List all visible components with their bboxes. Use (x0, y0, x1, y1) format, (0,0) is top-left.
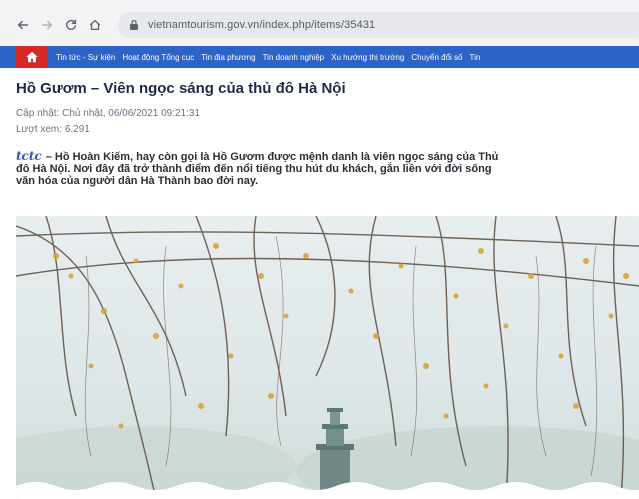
menu-item-tin[interactable]: Tin (470, 53, 481, 62)
lead-line-2: đô Hà Nội. Nơi đây đã trở thành điểm đến… (16, 163, 492, 175)
menu-item-tin-dia-phuong[interactable]: Tin địa phương (201, 53, 255, 62)
reload-button[interactable] (60, 14, 82, 36)
article: Hồ Gươm – Viên ngọc sáng của thủ đô Hà N… (0, 68, 639, 499)
menu-item-tin-tuc-su-kien[interactable]: Tin tức - Sự kiện (56, 53, 115, 62)
site-navigation: Tin tức - Sự kiện Hoạt động Tổng cục Tin… (0, 46, 639, 68)
forward-button[interactable] (36, 14, 58, 36)
url-text: vietnamtourism.gov.vn/index.php/items/35… (148, 19, 376, 31)
home-icon (89, 19, 101, 31)
menu-item-tin-doanh-nghiep[interactable]: Tin doanh nghiệp (263, 53, 325, 62)
lead-line-3: văn hóa của người dân Hà Thành bao đời n… (16, 175, 259, 187)
article-views: Lượt xem: 6.291 (16, 124, 90, 135)
menu-item-hoat-dong-tong-cuc[interactable]: Hoạt động Tổng cục (122, 53, 194, 62)
site-home-button[interactable] (16, 46, 48, 68)
menu-item-xu-huong-thi-truong[interactable]: Xu hướng thị trường (331, 53, 404, 62)
browser-home-button[interactable] (84, 14, 106, 36)
browser-toolbar: vietnamtourism.gov.vn/index.php/items/35… (0, 8, 639, 42)
screenshot: vietnamtourism.gov.vn/index.php/items/35… (0, 0, 639, 499)
reload-icon (66, 19, 77, 30)
article-photo (16, 216, 639, 499)
article-date: Cập nhật: Chủ nhật, 06/06/2021 09:21:31 (16, 108, 201, 119)
home-icon (26, 51, 38, 63)
site-menu: Tin tức - Sự kiện Hoạt động Tổng cục Tin… (56, 53, 487, 62)
menu-item-chuyen-doi-so[interactable]: Chuyển đổi số (411, 53, 462, 62)
arrow-right-icon (41, 20, 53, 30)
back-button[interactable] (12, 14, 34, 36)
tctc-logo: tctc (16, 149, 42, 163)
lead-line: tctc – Hồ Hoàn Kiếm, hay còn gọi là Hồ Gư… (16, 150, 639, 163)
lead-line-1: – Hồ Hoàn Kiếm, hay còn gọi là Hồ Gươm đ… (45, 151, 499, 163)
article-title: Hồ Gươm – Viên ngọc sáng của thủ đô Hà N… (16, 80, 346, 97)
address-bar[interactable]: vietnamtourism.gov.vn/index.php/items/35… (118, 12, 639, 38)
article-lead: tctc – Hồ Hoàn Kiếm, hay còn gọi là Hồ Gư… (16, 150, 639, 187)
arrow-left-icon (17, 20, 29, 30)
info-icon (128, 19, 140, 31)
